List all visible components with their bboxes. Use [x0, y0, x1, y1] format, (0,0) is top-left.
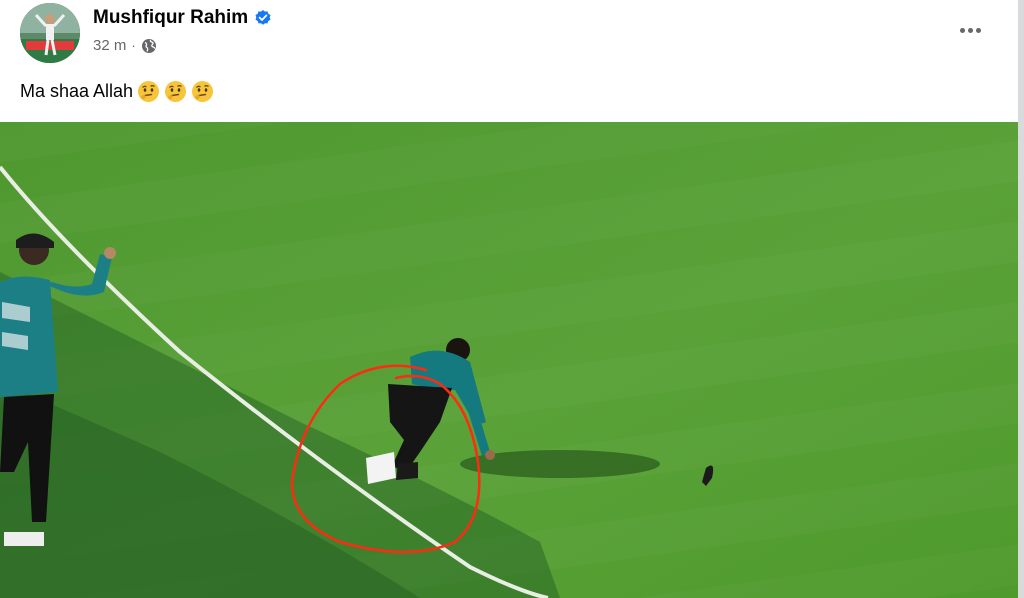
meta-separator: · [131, 38, 136, 53]
verified-badge-icon [254, 9, 272, 27]
thinking-face-emoji [191, 80, 214, 103]
thinking-face-emoji [164, 80, 187, 103]
post-timestamp[interactable]: 32 m [93, 37, 126, 54]
cricket-field-photo [0, 122, 1018, 598]
author-row: Mushfiqur Rahim [93, 6, 272, 30]
more-options-button[interactable] [948, 14, 992, 46]
post-caption: Ma shaa Allah [20, 81, 134, 101]
globe-icon[interactable] [141, 38, 157, 54]
avatar[interactable] [20, 3, 80, 63]
post-text: Ma shaa Allah [20, 80, 214, 103]
thinking-face-emoji [137, 80, 160, 103]
post-photo[interactable] [0, 122, 1018, 598]
post-header: Mushfiqur Rahim 32 m · [0, 0, 1024, 64]
more-options-icon [959, 27, 965, 33]
more-options-icon-dot [975, 27, 981, 33]
avatar-image [20, 3, 80, 63]
scrollbar-track[interactable] [1018, 0, 1024, 598]
post-meta: 32 m · [93, 37, 157, 54]
author-name[interactable]: Mushfiqur Rahim [93, 7, 248, 29]
more-options-icon-dot [967, 27, 973, 33]
facebook-post: Mushfiqur Rahim 32 m · Ma shaa Allah [0, 0, 1024, 598]
